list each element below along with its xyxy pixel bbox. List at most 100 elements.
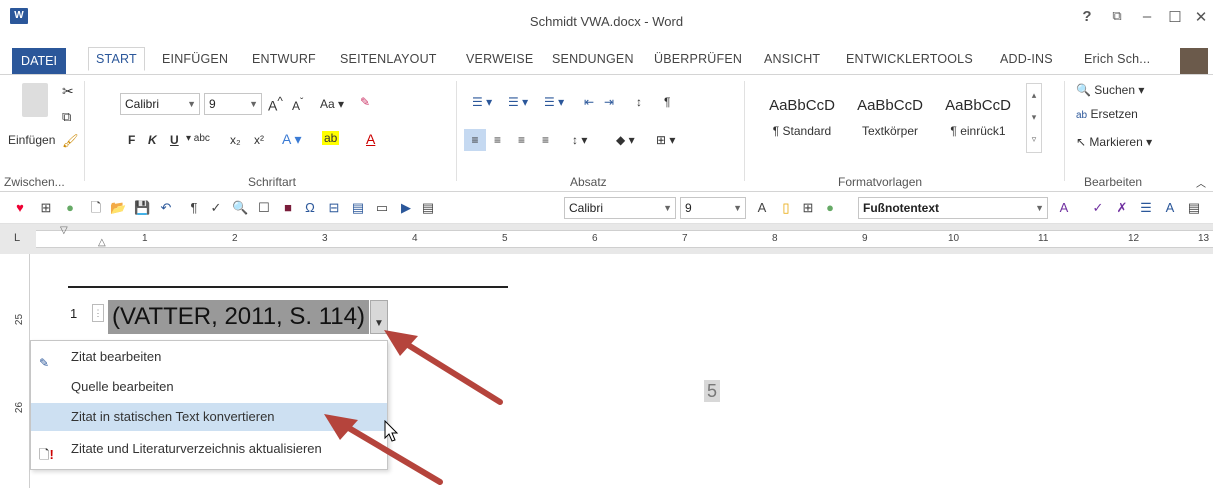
select-button[interactable]: ↖ Markieren ▾ bbox=[1076, 135, 1152, 149]
tab-mailings[interactable]: SENDUNGEN bbox=[552, 52, 634, 66]
tab-design[interactable]: ENTWURF bbox=[252, 52, 316, 66]
replace-button[interactable]: ab Ersetzen bbox=[1076, 107, 1138, 121]
tab-addins[interactable]: ADD-INS bbox=[1000, 52, 1053, 66]
citation-handle-icon[interactable]: ⋮ bbox=[92, 304, 104, 322]
tab-view[interactable]: ANSICHT bbox=[764, 52, 820, 66]
minimize-button[interactable]: – bbox=[1136, 8, 1158, 25]
frame-icon[interactable]: ▭ bbox=[374, 200, 390, 216]
citation-field[interactable]: (VATTER, 2011, S. 114) bbox=[108, 300, 369, 334]
strike-icon[interactable]: ✗ bbox=[1114, 200, 1130, 216]
spell-icon[interactable]: ✓ bbox=[1090, 200, 1106, 216]
paste-button[interactable]: Einfügen bbox=[8, 133, 55, 147]
format-painter-icon[interactable]: 🖌 bbox=[62, 133, 79, 149]
superscript-icon[interactable]: x² bbox=[254, 133, 264, 147]
qat-style-select[interactable]: Fußnotentext ▼ bbox=[858, 197, 1048, 219]
clear-formatting-icon[interactable]: ✎ bbox=[360, 95, 370, 109]
shrink-font-icon[interactable]: Aˇ bbox=[292, 97, 303, 113]
find-icon[interactable]: A bbox=[1162, 200, 1178, 216]
save-icon[interactable]: 💾 bbox=[134, 200, 150, 216]
align-right-icon[interactable]: ≡ bbox=[518, 133, 525, 147]
tab-insert[interactable]: EINFÜGEN bbox=[162, 52, 228, 66]
tab-start[interactable]: START bbox=[88, 47, 145, 71]
tab-selector[interactable]: L bbox=[14, 232, 20, 244]
box-icon[interactable]: ☐ bbox=[256, 200, 272, 216]
addin-icon[interactable]: ♥ bbox=[12, 200, 28, 216]
maximize-button[interactable]: ☐ bbox=[1164, 8, 1186, 26]
increase-indent-icon[interactable]: ⇥ bbox=[604, 95, 614, 109]
open-icon[interactable]: 📂 bbox=[110, 200, 126, 216]
align-center-icon[interactable]: ≡ bbox=[494, 133, 501, 147]
decrease-indent-icon[interactable]: ⇤ bbox=[584, 95, 594, 109]
menu-item-edit-source[interactable]: Quelle bearbeiten bbox=[31, 373, 387, 401]
justify-icon[interactable]: ≡ bbox=[542, 133, 549, 147]
font-name-select[interactable]: Calibri ▼ bbox=[120, 93, 200, 115]
citation-dropdown-icon[interactable]: ▼ bbox=[370, 300, 388, 334]
bullets-icon[interactable]: ☰ ▾ bbox=[472, 95, 492, 109]
symbol-icon[interactable]: Ω bbox=[302, 200, 318, 216]
menu-item-edit-citation[interactable]: ✎ Zitat bearbeiten bbox=[31, 343, 387, 371]
text-style-icon[interactable]: A bbox=[1056, 200, 1072, 216]
highlight-icon[interactable]: ab bbox=[322, 131, 340, 145]
qat-size-select[interactable]: 9 ▼ bbox=[680, 197, 746, 219]
tab-references[interactable]: VERWEISE bbox=[466, 52, 533, 66]
numbering-icon[interactable]: ☰ ▾ bbox=[508, 95, 528, 109]
green-circle-icon[interactable]: ● bbox=[822, 200, 838, 216]
list-icon[interactable]: ☰ bbox=[1138, 200, 1154, 216]
menu-item-convert-static[interactable]: Zitat in statischen Text konvertieren bbox=[31, 403, 387, 431]
menu-item-update-bibliography[interactable]: 🗋! Zitate und Literaturverzeichnis aktua… bbox=[31, 435, 387, 463]
underline-button[interactable]: U bbox=[170, 133, 179, 147]
borders-icon[interactable]: ⊞ ▾ bbox=[656, 133, 675, 147]
multilevel-list-icon[interactable]: ☰ ▾ bbox=[544, 95, 564, 109]
subscript-icon[interactable]: x₂ bbox=[230, 133, 241, 147]
italic-button[interactable]: K bbox=[148, 133, 157, 147]
copy-icon[interactable]: ⧉ bbox=[62, 109, 71, 125]
new-doc-icon[interactable]: 🗋 bbox=[88, 200, 104, 216]
font-a-icon[interactable]: A bbox=[754, 200, 770, 216]
style-einrueck1[interactable]: AaBbCcD ¶ einrück1 bbox=[934, 85, 1022, 145]
undo-icon[interactable]: ↶ bbox=[158, 200, 174, 216]
flag-icon[interactable]: ▶ bbox=[398, 200, 414, 216]
square-icon[interactable]: ■ bbox=[280, 200, 296, 216]
paste-icon[interactable] bbox=[22, 83, 48, 117]
first-line-indent-marker[interactable]: ▽ bbox=[60, 225, 68, 236]
sort-icon[interactable]: ↕ bbox=[636, 95, 642, 109]
qat-font-select[interactable]: Calibri ▼ bbox=[564, 197, 676, 219]
grow-font-icon[interactable]: A^ bbox=[268, 95, 283, 114]
cut-icon[interactable]: ✂ bbox=[62, 83, 74, 100]
tab-developer[interactable]: ENTWICKLERTOOLS bbox=[846, 52, 973, 66]
table-icon[interactable]: ▤ bbox=[350, 200, 366, 216]
table-small-icon[interactable]: ⊞ bbox=[800, 200, 816, 216]
collapse-ribbon-icon[interactable]: ︿ bbox=[1196, 175, 1206, 190]
doc-outline-icon[interactable]: ▤ bbox=[1186, 200, 1202, 216]
text-effects-icon[interactable]: A ▾ bbox=[282, 131, 301, 148]
font-color-icon[interactable]: A bbox=[366, 131, 375, 147]
change-case-icon[interactable]: Aa ▾ bbox=[320, 97, 344, 111]
footnote-icon[interactable]: ⊟ bbox=[326, 200, 342, 216]
line-spacing-icon[interactable]: ↕ ▾ bbox=[572, 133, 587, 147]
help-icon[interactable]: ? bbox=[1076, 8, 1098, 25]
grid-icon[interactable]: ⊞ bbox=[38, 200, 54, 216]
tab-layout[interactable]: SEITENLAYOUT bbox=[340, 52, 437, 66]
align-left-icon[interactable]: ≡ bbox=[464, 129, 486, 151]
font-size-select[interactable]: 9 ▼ bbox=[204, 93, 262, 115]
strikethrough-icon[interactable]: ▾ abc bbox=[186, 133, 210, 144]
tab-review[interactable]: ÜBERPRÜFEN bbox=[654, 52, 742, 66]
styles-scroll[interactable]: ▴ ▾ ▿ bbox=[1026, 83, 1042, 153]
preview-icon[interactable]: 🔍 bbox=[232, 200, 248, 216]
avatar[interactable] bbox=[1180, 48, 1208, 74]
shading-icon[interactable]: ◆ ▾ bbox=[616, 133, 635, 147]
page-icon[interactable]: ▯ bbox=[778, 200, 794, 216]
hanging-indent-marker[interactable]: △ bbox=[98, 237, 106, 248]
bold-button[interactable]: F bbox=[128, 133, 135, 147]
show-marks-icon[interactable]: ¶ bbox=[664, 95, 670, 109]
user-name[interactable]: Erich Sch... bbox=[1084, 52, 1150, 66]
ribbon-display-icon[interactable]: ⧉ bbox=[1106, 8, 1128, 24]
paragraph-mark-icon[interactable]: ¶ bbox=[186, 200, 202, 216]
spelling-icon[interactable]: ✓ bbox=[208, 200, 224, 216]
close-button[interactable]: ✕ bbox=[1190, 8, 1212, 26]
document-icon[interactable]: ▤ bbox=[420, 200, 436, 216]
circle-icon[interactable]: ● bbox=[62, 200, 78, 216]
search-button[interactable]: 🔍 Suchen ▾ bbox=[1076, 83, 1144, 97]
style-standard[interactable]: AaBbCcD ¶ Standard bbox=[758, 85, 846, 145]
style-textkoerper[interactable]: AaBbCcD Textkörper bbox=[846, 85, 934, 145]
